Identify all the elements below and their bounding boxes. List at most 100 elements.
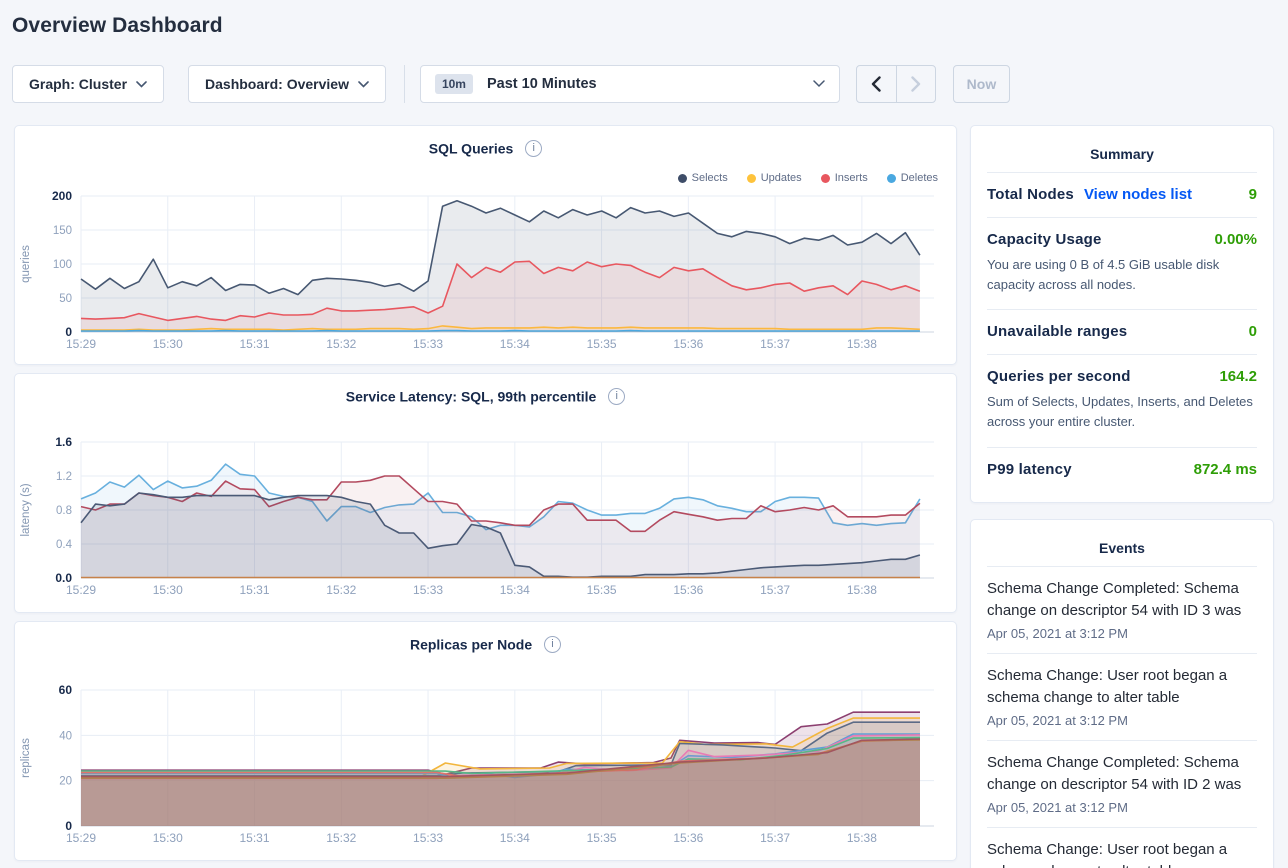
legend-item-selects[interactable]: Selects [678, 172, 728, 184]
svg-text:15:37: 15:37 [760, 583, 790, 597]
svg-text:latency (s): latency (s) [20, 483, 32, 536]
legend-dot-deletes [887, 174, 896, 183]
capacity-usage-value: 0.00% [1214, 231, 1257, 248]
event-timestamp: Apr 05, 2021 at 3:12 PM [987, 800, 1257, 815]
sql-queries-panel: SQL Queries i Selects Updates Inserts De… [14, 125, 957, 365]
graph-scope-label: Graph: Cluster [29, 76, 127, 92]
now-button[interactable]: Now [953, 65, 1010, 103]
chevron-left-icon [871, 76, 881, 92]
svg-text:15:33: 15:33 [413, 831, 443, 845]
svg-text:15:30: 15:30 [153, 831, 183, 845]
svg-text:15:33: 15:33 [413, 583, 443, 597]
legend-label: Deletes [901, 172, 938, 184]
dashboard-toolbar: Graph: Cluster Dashboard: Overview 10m P… [12, 65, 1276, 103]
svg-text:60: 60 [59, 683, 73, 697]
svg-text:200: 200 [52, 189, 72, 203]
legend-item-deletes[interactable]: Deletes [887, 172, 938, 184]
p99-latency-label: P99 latency [987, 461, 1072, 478]
svg-text:15:30: 15:30 [153, 337, 183, 351]
svg-text:15:38: 15:38 [847, 337, 877, 351]
svg-text:15:35: 15:35 [587, 583, 617, 597]
svg-text:15:32: 15:32 [326, 831, 356, 845]
sql-queries-legend: Selects Updates Inserts Deletes [678, 172, 938, 184]
event-list-item: Schema Change: User root began a schema … [987, 653, 1257, 740]
event-timestamp: Apr 05, 2021 at 3:12 PM [987, 626, 1257, 641]
sql-queries-title: SQL Queries [429, 140, 514, 156]
legend-dot-selects [678, 174, 687, 183]
svg-text:50: 50 [59, 293, 72, 305]
chart-title-row: Replicas per Node i [15, 635, 956, 653]
summary-row-capacity-usage: Capacity Usage 0.00% You are using 0 B o… [987, 217, 1257, 309]
svg-text:15:38: 15:38 [847, 583, 877, 597]
svg-text:0.8: 0.8 [56, 505, 72, 517]
summary-row-p99-latency: P99 latency 872.4 ms [987, 447, 1257, 492]
svg-text:15:35: 15:35 [587, 337, 617, 351]
chart-title-row: SQL Queries i [15, 139, 956, 157]
p99-latency-value: 872.4 ms [1194, 461, 1257, 478]
svg-text:1.6: 1.6 [55, 435, 72, 449]
info-icon[interactable]: i [544, 636, 561, 653]
unavailable-ranges-value: 0 [1249, 323, 1257, 340]
event-message: Schema Change Completed: Schema change o… [987, 752, 1257, 797]
sidebar: Summary Total Nodes View nodes list 9 Ca… [970, 125, 1274, 868]
total-nodes-value: 9 [1249, 186, 1257, 203]
toolbar-divider [404, 65, 405, 103]
time-forward-button[interactable] [896, 66, 935, 102]
queries-per-second-description: Sum of Selects, Updates, Inserts, and De… [987, 392, 1257, 432]
capacity-usage-description: You are using 0 B of 4.5 GiB usable disk… [987, 255, 1257, 295]
legend-dot-updates [747, 174, 756, 183]
svg-text:150: 150 [53, 225, 72, 237]
legend-item-updates[interactable]: Updates [747, 172, 802, 184]
svg-text:15:32: 15:32 [326, 337, 356, 351]
service-latency-chart[interactable]: 0.00.40.81.21.615:2915:3015:3115:3215:33… [15, 434, 956, 598]
svg-text:15:36: 15:36 [673, 831, 703, 845]
svg-text:15:32: 15:32 [326, 583, 356, 597]
dashboard-select-dropdown[interactable]: Dashboard: Overview [188, 65, 386, 103]
svg-text:15:31: 15:31 [240, 583, 270, 597]
event-list-item: Schema Change Completed: Schema change o… [987, 566, 1257, 653]
svg-text:15:34: 15:34 [500, 337, 530, 351]
time-back-button[interactable] [857, 66, 896, 102]
legend-label: Updates [761, 172, 802, 184]
unavailable-ranges-label: Unavailable ranges [987, 323, 1127, 340]
summary-panel: Summary Total Nodes View nodes list 9 Ca… [970, 125, 1274, 503]
svg-text:15:29: 15:29 [66, 337, 96, 351]
svg-text:15:29: 15:29 [66, 831, 96, 845]
event-message: Schema Change: User root began a schema … [987, 665, 1257, 710]
legend-item-inserts[interactable]: Inserts [821, 172, 868, 184]
svg-text:15:30: 15:30 [153, 583, 183, 597]
svg-text:15:31: 15:31 [240, 831, 270, 845]
page-title: Overview Dashboard [0, 0, 1288, 38]
event-timestamp: Apr 05, 2021 at 3:12 PM [987, 713, 1257, 728]
events-title: Events [987, 534, 1257, 566]
event-list-item: Schema Change: User root began a schema … [987, 827, 1257, 868]
svg-text:15:38: 15:38 [847, 831, 877, 845]
svg-text:15:29: 15:29 [66, 583, 96, 597]
svg-text:0.4: 0.4 [56, 539, 73, 551]
graph-scope-dropdown[interactable]: Graph: Cluster [12, 65, 164, 103]
dashboard-select-label: Dashboard: Overview [205, 76, 349, 92]
svg-text:15:37: 15:37 [760, 831, 790, 845]
summary-row-unavailable-ranges: Unavailable ranges 0 [987, 309, 1257, 354]
time-range-badge: 10m [435, 74, 473, 94]
summary-title: Summary [987, 140, 1257, 172]
view-nodes-list-link[interactable]: View nodes list [1084, 186, 1192, 203]
sql-queries-chart[interactable]: 05010015020015:2915:3015:3115:3215:3315:… [15, 188, 956, 352]
svg-text:15:34: 15:34 [500, 831, 530, 845]
event-message: Schema Change: User root began a schema … [987, 839, 1257, 868]
chevron-down-icon [136, 81, 147, 88]
svg-text:40: 40 [59, 730, 72, 742]
svg-text:100: 100 [53, 259, 72, 271]
chevron-down-icon [358, 81, 369, 88]
main-content: SQL Queries i Selects Updates Inserts De… [0, 125, 1288, 868]
replicas-per-node-chart[interactable]: 020406015:2915:3015:3115:3215:3315:3415:… [15, 682, 956, 846]
svg-text:15:34: 15:34 [500, 583, 530, 597]
time-range-selector[interactable]: 10m Past 10 Minutes [420, 65, 840, 103]
charts-column: SQL Queries i Selects Updates Inserts De… [14, 125, 957, 861]
info-icon[interactable]: i [525, 140, 542, 157]
time-range-label: Past 10 Minutes [487, 76, 813, 92]
event-list-item: Schema Change Completed: Schema change o… [987, 740, 1257, 827]
info-icon[interactable]: i [608, 388, 625, 405]
legend-dot-inserts [821, 174, 830, 183]
time-step-buttons [856, 65, 936, 103]
